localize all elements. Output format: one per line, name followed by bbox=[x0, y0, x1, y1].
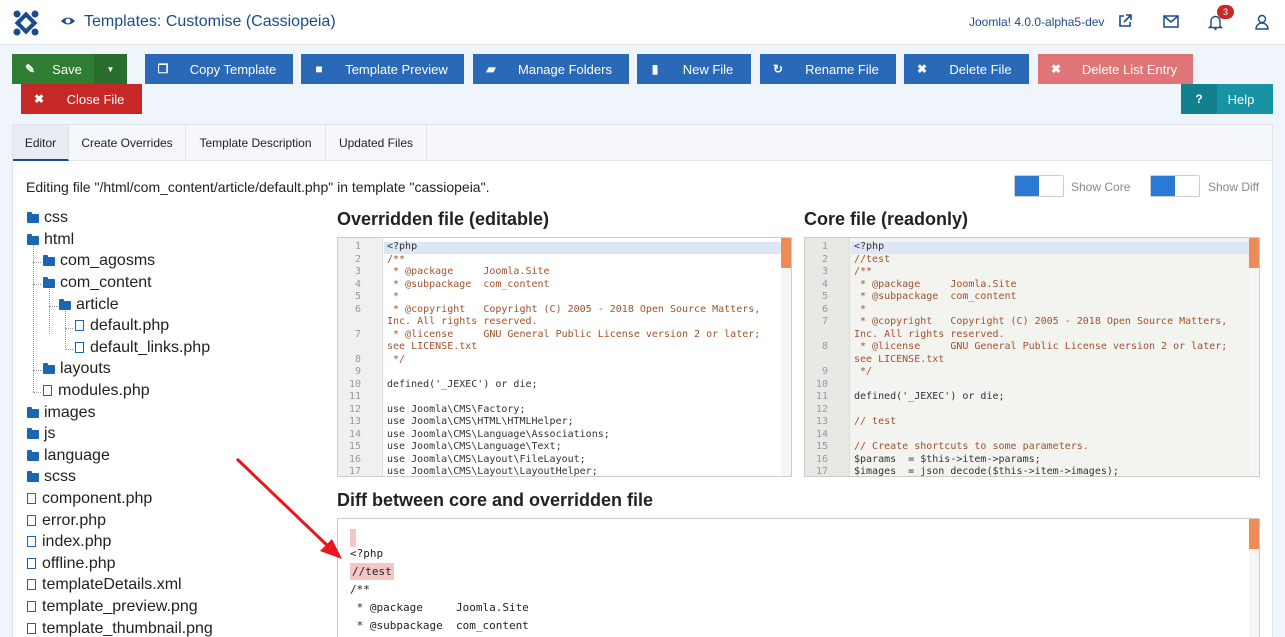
annotation-arrow bbox=[235, 457, 342, 559]
